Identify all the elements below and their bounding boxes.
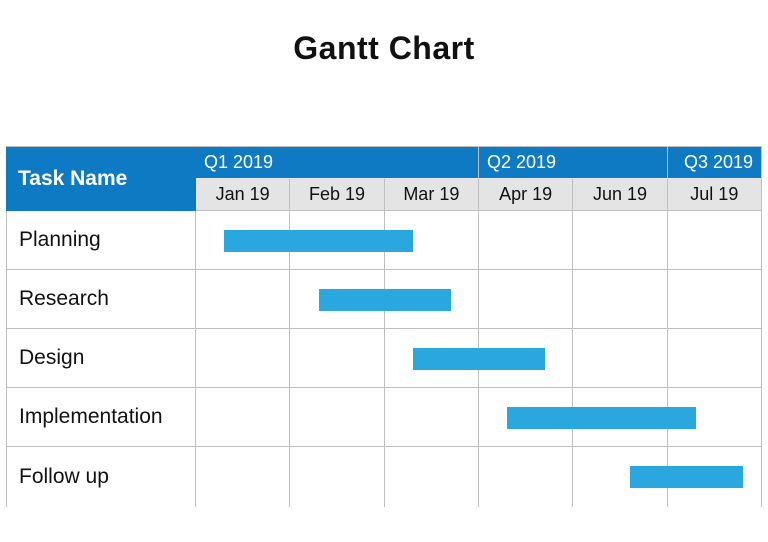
month-cell: Mar 19 xyxy=(385,179,479,211)
month-cell: Jun 19 xyxy=(573,179,667,211)
month-cell: Jul 19 xyxy=(668,179,762,211)
month-cell: Feb 19 xyxy=(290,179,384,211)
gantt-chart: Task Name Q1 2019 Q2 2019 Q3 2019 Jan 19… xyxy=(6,146,762,507)
task-timeline xyxy=(196,388,762,447)
quarter-cell: Q2 2019 xyxy=(479,147,668,179)
quarter-cell: Q1 2019 xyxy=(196,147,479,179)
table-row: Design xyxy=(6,329,762,388)
task-timeline xyxy=(196,211,762,270)
task-timeline xyxy=(196,329,762,388)
task-name-cell: Planning xyxy=(6,211,196,270)
task-name-header: Task Name xyxy=(6,147,196,211)
table-row: Research xyxy=(6,270,762,329)
task-name-cell: Follow up xyxy=(6,447,196,507)
month-cell: Jan 19 xyxy=(196,179,290,211)
table-row: Planning xyxy=(6,211,762,270)
task-timeline xyxy=(196,270,762,329)
page-title: Gantt Chart xyxy=(0,30,768,67)
month-cell: Apr 19 xyxy=(479,179,573,211)
task-name-cell: Research xyxy=(6,270,196,329)
task-name-cell: Design xyxy=(6,329,196,388)
table-row: Implementation xyxy=(6,388,762,447)
months-row: Jan 19 Feb 19 Mar 19 Apr 19 Jun 19 Jul 1… xyxy=(196,179,762,211)
table-row: Follow up xyxy=(6,447,762,507)
quarters-row: Q1 2019 Q2 2019 Q3 2019 xyxy=(196,147,762,179)
quarter-cell: Q3 2019 xyxy=(668,147,762,179)
task-timeline xyxy=(196,447,762,507)
task-name-cell: Implementation xyxy=(6,388,196,447)
